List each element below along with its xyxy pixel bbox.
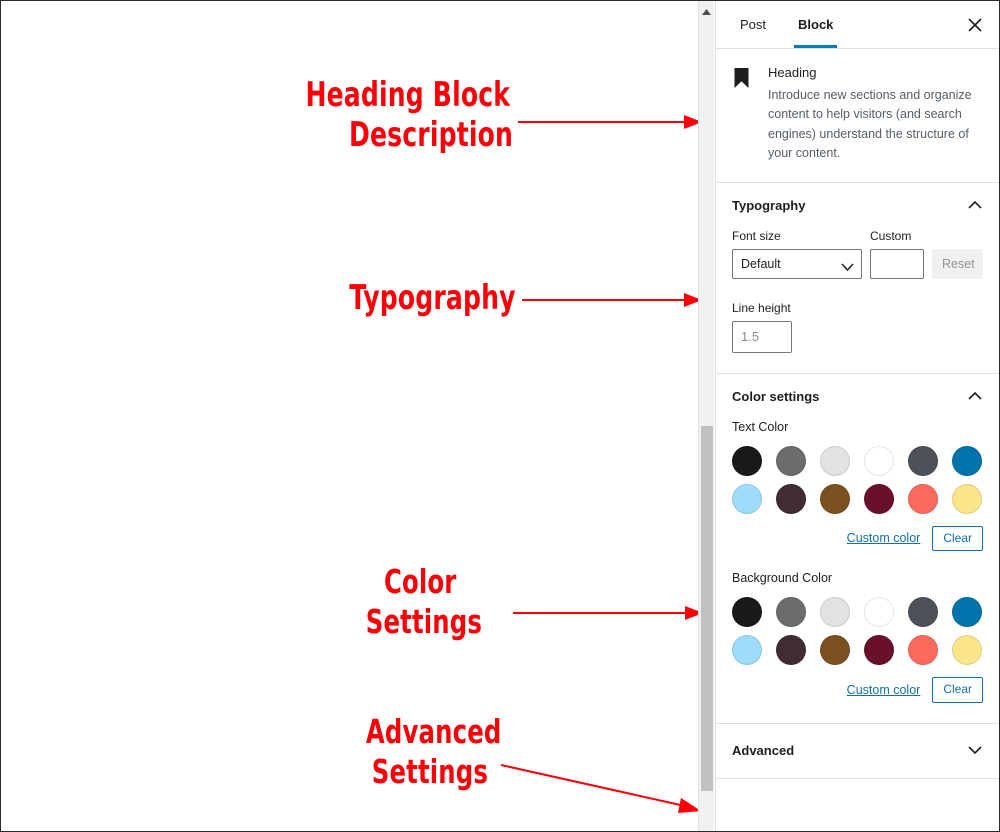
tab-post[interactable]: Post (724, 1, 782, 48)
text-custom-color-link[interactable]: Custom color (847, 531, 921, 545)
color-swatch[interactable] (820, 445, 850, 476)
font-size-group: Font size Default (732, 229, 862, 279)
color-swatch[interactable] (732, 483, 762, 514)
reset-font-size-button[interactable]: Reset (932, 248, 983, 279)
color-swatch[interactable] (776, 445, 806, 476)
color-swatch[interactable] (864, 445, 894, 476)
close-icon[interactable] (963, 13, 987, 37)
annotation-color-settings-line2: Settings (365, 602, 483, 641)
annotation-arrow-advanced-settings (500, 764, 701, 813)
scroll-up-arrow-icon[interactable] (699, 5, 714, 19)
color-swatch[interactable] (776, 635, 806, 666)
background-color-label: Background Color (732, 571, 833, 586)
text-color-clear-button[interactable]: Clear (932, 525, 983, 552)
text-color-actions: Custom color Clear (732, 525, 983, 552)
annotation-arrow-heading-block-description (518, 115, 702, 129)
annotation-heading-block-description-line2: Description (349, 115, 514, 155)
font-size-label: Font size (732, 228, 781, 243)
section-typography: Typography Font size Default Custom Rese… (716, 183, 999, 374)
section-typography-header[interactable]: Typography (732, 197, 983, 215)
color-swatch[interactable] (732, 445, 762, 476)
block-title: Heading (768, 65, 817, 80)
color-swatch[interactable] (908, 597, 938, 628)
color-swatch[interactable] (952, 597, 982, 628)
color-swatch[interactable] (908, 483, 938, 514)
line-height-label: Line height (732, 300, 791, 315)
editor-scrollbar[interactable] (698, 1, 714, 831)
color-swatch[interactable] (908, 445, 938, 476)
color-swatch[interactable] (864, 597, 894, 628)
section-color-settings-title: Color settings (732, 389, 820, 404)
color-swatch[interactable] (952, 445, 982, 476)
annotation-typography-line1: Typography (349, 278, 516, 318)
annotation-arrow-typography (522, 293, 702, 307)
color-swatch[interactable] (776, 597, 806, 628)
annotation-advanced-settings-line2: Settings (371, 752, 489, 791)
section-color-settings: Color settings Text Color Custom color C… (716, 374, 999, 724)
chevron-up-icon (967, 197, 983, 215)
text-color-swatch-grid (732, 445, 983, 514)
color-swatch[interactable] (864, 635, 894, 666)
background-color-swatch-grid (732, 597, 983, 666)
color-group-spacer (732, 551, 983, 571)
annotation-advanced-settings-line1: Advanced (365, 712, 502, 751)
font-size-value: Default (741, 256, 781, 271)
color-swatch[interactable] (820, 597, 850, 628)
annotation-color-settings-line1: Color (383, 562, 457, 601)
section-color-settings-header[interactable]: Color settings (732, 388, 983, 406)
custom-font-size-input[interactable] (870, 248, 924, 279)
color-swatch[interactable] (820, 483, 850, 514)
annotation-heading-block-description-line1: Heading Block (305, 75, 511, 115)
tab-block[interactable]: Block (782, 1, 849, 48)
color-swatch[interactable] (820, 635, 850, 666)
section-typography-title: Typography (732, 198, 806, 213)
tab-block-label: Block (798, 17, 834, 32)
color-swatch[interactable] (952, 635, 982, 666)
block-info-card: Heading Introduce new sections and organ… (716, 49, 999, 183)
heading-bookmark-icon (732, 65, 756, 164)
font-size-select[interactable]: Default (732, 248, 862, 279)
custom-font-size-label: Custom (870, 228, 912, 243)
background-custom-color-link[interactable]: Custom color (847, 683, 921, 697)
font-size-row: Font size Default Custom Reset (732, 229, 983, 279)
line-height-input[interactable] (732, 320, 792, 353)
tab-post-label: Post (740, 17, 767, 32)
screenshot-root: Heading Block Description Typography Col… (0, 0, 1000, 832)
color-swatch[interactable] (908, 635, 938, 666)
block-info-text: Heading Introduce new sections and organ… (768, 65, 983, 164)
background-color-actions: Custom color Clear (732, 677, 983, 703)
block-settings-sidebar: Post Block Heading Introduce new section… (715, 1, 999, 831)
color-swatch[interactable] (952, 483, 982, 514)
annotation-arrow-color-settings (513, 606, 703, 620)
color-swatch[interactable] (864, 483, 894, 514)
chevron-up-icon (967, 388, 983, 406)
chevron-down-icon (967, 742, 983, 760)
scrollbar-thumb[interactable] (701, 426, 713, 791)
sidebar-tabs: Post Block (716, 1, 999, 49)
background-color-clear-button[interactable]: Clear (932, 677, 983, 703)
text-color-label: Text Color (732, 419, 789, 434)
section-advanced-title: Advanced (732, 743, 795, 759)
section-advanced-header[interactable]: Advanced (716, 724, 999, 779)
block-description: Introduce new sections and organize cont… (768, 88, 972, 161)
custom-font-size-group: Custom (870, 229, 924, 279)
editor-canvas-area: Heading Block Description Typography Col… (1, 1, 703, 831)
color-swatch[interactable] (776, 483, 806, 514)
font-size-select-wrap: Default (732, 248, 862, 279)
color-swatch[interactable] (732, 597, 762, 628)
color-swatch[interactable] (732, 635, 762, 666)
